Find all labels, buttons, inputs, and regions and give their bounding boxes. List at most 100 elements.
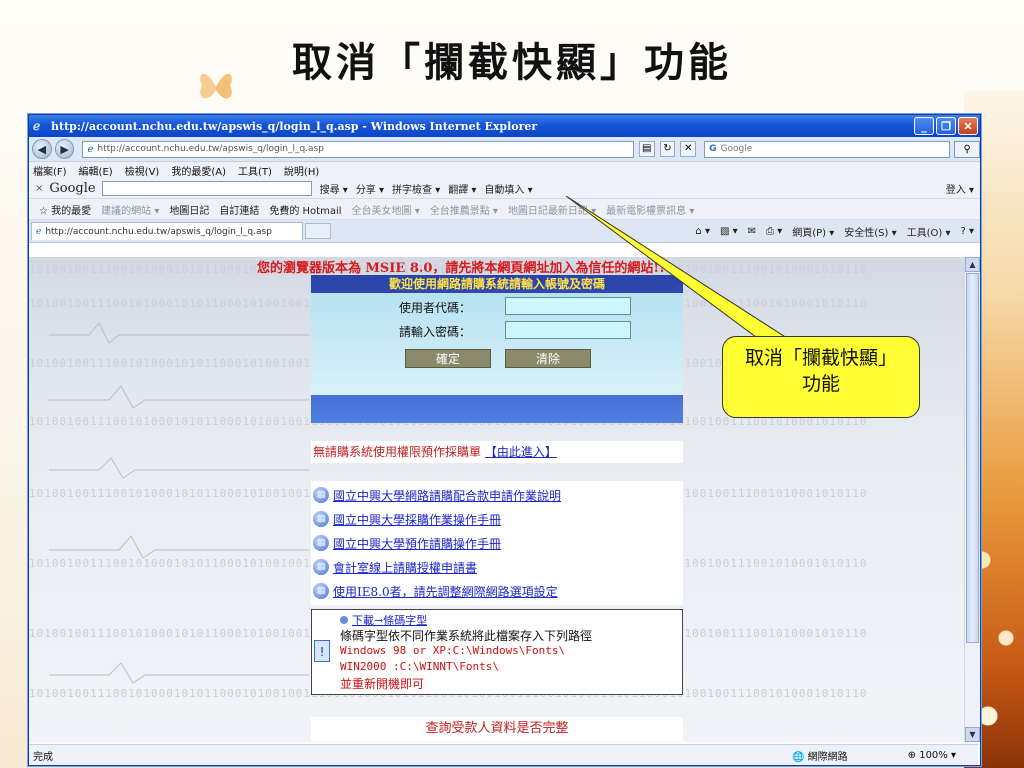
safety-menu[interactable]: 安全性(S) ▾ (844, 224, 896, 239)
font-download-link[interactable]: 下載→條碼字型 (340, 612, 427, 628)
menu-item-help[interactable]: 說明(H) (284, 163, 319, 178)
zone-label: 網際網路 (807, 751, 848, 763)
wave-decoration (49, 457, 309, 479)
list-item[interactable]: ▤ 國立中興大學網路請購配合款申請作業說明 (313, 485, 561, 505)
slide-title: 取消「攔截快顯」功能 (292, 39, 732, 86)
address-bar-row: ◀ ▶ ℯ http://account.nchu.edu.tw/apswis_… (29, 137, 980, 162)
tab-title: http://account.nchu.edu.tw/apswis_q/logi… (45, 226, 272, 237)
font-reboot-note: 並重新開機即可 (340, 677, 425, 691)
window-titlebar: ℯ http://account.nchu.edu.tw/apswis_q/lo… (29, 115, 980, 137)
address-field[interactable]: ℯ http://account.nchu.edu.tw/apswis_q/lo… (82, 140, 634, 158)
doc-link-1[interactable]: 國立中興大學網路請購配合款申請作業說明 (333, 487, 561, 504)
login-box: 歡迎使用網路請購系統請輸入帳號及密碼 使用者代碼： 請輸入密碼： 確定 清除 (311, 275, 683, 423)
document-icon: ▤ (313, 487, 329, 503)
new-tab-button[interactable] (305, 223, 331, 239)
tools-menu[interactable]: 工具(O) ▾ (907, 224, 951, 239)
enter-here-link[interactable]: 【由此進入】 (485, 445, 557, 459)
autofill-button[interactable]: 自動填入 ▾ (484, 181, 532, 196)
fav-suggested-sites[interactable]: 建議的網站 ▾ (101, 202, 159, 217)
favorites-button[interactable]: ☆ 我的最愛 (39, 202, 91, 217)
page-icon: ℯ (87, 143, 94, 155)
browser-warning: 您的瀏覽器版本為 MSIE 8.0，請先將本網頁網址加入為信任的網站!!! (257, 261, 671, 276)
home-icon[interactable]: ⌂ ▾ (695, 226, 710, 237)
doc-link-4[interactable]: 會計室線上請購授權申請書 (333, 559, 477, 576)
close-button[interactable]: ✕ (958, 117, 978, 135)
favorites-label: 我的最愛 (51, 205, 92, 217)
menu-item-file[interactable]: 檔案(F) (33, 163, 67, 178)
zoom-control[interactable]: ⊕ 100% ▾ (908, 750, 956, 761)
doc-link-5[interactable]: 使用IE8.0者，請先調整網際網路選項設定 (333, 583, 558, 600)
document-list: ▤ 國立中興大學網路請購配合款申請作業說明 ▤ 國立中興大學採購作業操作手冊 ▤ 國立… (311, 481, 683, 605)
document-icon: ▤ (313, 535, 329, 551)
close-toolbar-icon[interactable]: × (35, 183, 43, 194)
refresh-icon[interactable]: ↻ (659, 141, 676, 157)
tab-page-icon: ℯ (36, 226, 42, 237)
menu-item-tools[interactable]: 工具(T) (238, 163, 272, 178)
fav-hotmail[interactable]: 免費的 Hotmail (269, 202, 341, 217)
restore-button[interactable]: ❐ (936, 117, 956, 135)
zoom-label: 100% (919, 749, 948, 761)
google-search-button[interactable]: 搜尋 ▾ (320, 181, 348, 196)
mail-icon[interactable]: ✉ (748, 226, 756, 237)
forward-icon[interactable]: ▶ (54, 139, 75, 159)
login-header: 歡迎使用網路請購系統請輸入帳號及密碼 (388, 277, 605, 291)
minimize-button[interactable]: _ (914, 117, 934, 135)
page-menu[interactable]: 網頁(P) ▾ (792, 224, 834, 239)
menu-item-edit[interactable]: 編輯(E) (79, 163, 113, 178)
scroll-thumb[interactable] (966, 273, 979, 643)
fav-movie-tickets[interactable]: 最新電影權票訊息 ▾ (606, 202, 694, 217)
translate-button[interactable]: 翻譯 ▾ (448, 181, 476, 196)
signin-button[interactable]: 登入 ▾ (946, 181, 974, 196)
list-item[interactable]: ▤ 國立中興大學採購作業操作手冊 (313, 509, 501, 529)
google-toolbar: × Google 搜尋 ▾ 分享 ▾ 拼字檢查 ▾ 翻譯 ▾ 自動填入 ▾ 登入… (29, 178, 980, 199)
barcode-font-box: ! 下載→條碼字型 條碼字型依不同作業系統將此檔案存入下列路徑 Windows … (311, 609, 683, 695)
tab-bar: ℯ http://account.nchu.edu.tw/apswis_q/lo… (29, 220, 980, 243)
doc-link-3[interactable]: 國立中興大學預作請購操作手冊 (333, 535, 501, 552)
list-item[interactable]: ▤ 使用IE8.0者，請先調整網際網路選項設定 (313, 581, 558, 601)
fav-scenic-spots[interactable]: 全台推薦景點 ▾ (430, 202, 498, 217)
search-input[interactable]: G Google (704, 140, 951, 158)
list-item[interactable]: ▤ 會計室線上請購授權申請書 (313, 557, 477, 577)
feeds-icon[interactable]: ▧ ▾ (720, 226, 738, 237)
status-bar: 完成 🌐 網際網路 ⊕ 100% ▾ (29, 744, 978, 765)
font-path-xp: Windows 98 or XP:C:\Windows\Fonts\ (340, 644, 566, 657)
check-payee-text[interactable]: 查詢受款人資料是否完整 (311, 717, 683, 741)
no-permission-row: 無請購系統使用權限預作採購單 【由此進入】 (311, 441, 683, 463)
search-icon[interactable]: ⚲ (954, 140, 980, 158)
help-icon[interactable]: ? ▾ (960, 226, 974, 237)
doc-link-2[interactable]: 國立中興大學採購作業操作手冊 (333, 511, 501, 528)
wave-decoration (49, 535, 309, 559)
back-icon[interactable]: ◀ (32, 139, 52, 159)
internet-zone: 🌐 網際網路 (792, 751, 848, 763)
scroll-up-icon[interactable]: ▲ (965, 257, 980, 272)
menu-item-favorites[interactable]: 我的最愛(A) (171, 163, 226, 178)
google-share-button[interactable]: 分享 ▾ (356, 181, 384, 196)
user-label: 使用者代碼： (399, 301, 472, 315)
user-id-field[interactable] (505, 297, 631, 315)
vertical-scrollbar[interactable]: ▲ ▼ (964, 257, 980, 742)
scroll-down-icon[interactable]: ▼ (965, 727, 980, 742)
callout-line-2: 功能 (801, 373, 840, 395)
document-icon: ▤ (313, 583, 329, 599)
search-placeholder: Google (720, 144, 753, 154)
fav-latest-diary[interactable]: 地圖日記最新日記 ▾ (508, 202, 596, 217)
wave-decoration (49, 385, 309, 409)
no-permission-text: 無請購系統使用權限預作採購單 (313, 445, 482, 459)
tab-current[interactable]: ℯ http://account.nchu.edu.tw/apswis_q/lo… (31, 222, 303, 240)
fav-custom-links[interactable]: 自訂連結 (219, 202, 259, 217)
spellcheck-button[interactable]: 拼字檢查 ▾ (392, 181, 440, 196)
google-search-input[interactable] (101, 180, 312, 196)
password-field[interactable] (505, 321, 631, 339)
fav-map-diary[interactable]: 地圖日記 (169, 202, 209, 217)
stop-icon[interactable]: ✕ (680, 141, 697, 157)
document-icon: ▤ (313, 511, 329, 527)
compatibility-icon[interactable]: ▤ (638, 141, 655, 157)
menu-item-view[interactable]: 檢視(V) (125, 163, 160, 178)
callout-line-1: 取消「攔截快顯」 (744, 347, 897, 369)
clear-button[interactable]: 清除 (505, 349, 591, 368)
fav-beauty-map[interactable]: 全台美女地圖 ▾ (352, 202, 420, 217)
status-text: 完成 (33, 751, 53, 763)
print-icon[interactable]: ⎙ ▾ (766, 226, 782, 237)
confirm-button[interactable]: 確定 (405, 349, 491, 368)
list-item[interactable]: ▤ 國立中興大學預作請購操作手冊 (313, 533, 501, 553)
